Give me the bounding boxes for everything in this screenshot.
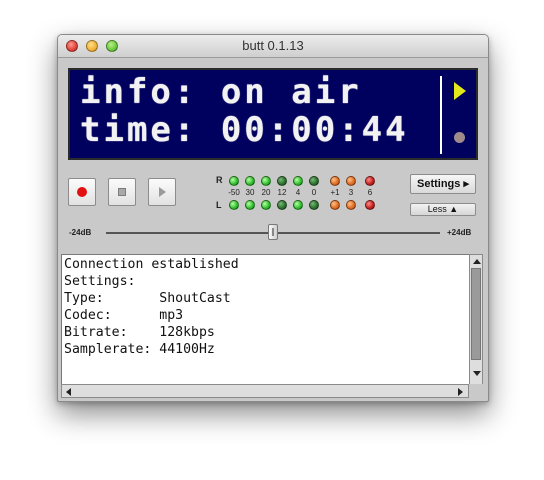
log-panel[interactable]: Connection established Settings: Type: Sho…: [61, 254, 472, 385]
log-vertical-scroll-thumb[interactable]: [471, 268, 481, 360]
log-text: Connection established Settings: Type: Sho…: [64, 256, 239, 358]
title-bar[interactable]: butt 0.1.13: [58, 35, 488, 58]
streaming-indicator-icon: [454, 82, 466, 100]
vu-led-left-9: [365, 200, 375, 210]
settings-button-label: Settings: [417, 178, 461, 190]
log-line: Type: ShoutCast: [64, 291, 231, 306]
record-icon: [77, 187, 87, 197]
info-line: info: on air: [80, 72, 362, 112]
chevron-up-icon: ▲: [446, 204, 459, 214]
vu-led-left-2: [245, 200, 255, 210]
display-divider: [440, 76, 442, 154]
vu-right-label: R: [216, 175, 223, 185]
app-window: butt 0.1.13 info: on air time: 00:00:44 …: [57, 34, 489, 402]
stop-icon: [118, 188, 126, 196]
log-line: Settings:: [64, 274, 136, 289]
log-line: Samplerate: 44100Hz: [64, 342, 215, 357]
vu-led-right-7: [330, 176, 340, 186]
vu-left-label: L: [216, 200, 222, 210]
gain-slider-handle[interactable]: [268, 224, 278, 240]
vu-scale-label: 0: [311, 188, 317, 197]
less-button[interactable]: Less ▲: [410, 203, 476, 216]
chevron-right-icon: ▸: [460, 178, 469, 190]
play-button[interactable]: [148, 178, 176, 206]
vu-led-left-6: [309, 200, 319, 210]
log-line: Bitrate: 128kbps: [64, 325, 215, 340]
scroll-left-icon[interactable]: [66, 388, 71, 396]
log-horizontal-scrollbar[interactable]: [61, 384, 469, 398]
scroll-right-icon[interactable]: [458, 388, 463, 396]
vu-led-left-8: [346, 200, 356, 210]
window-title: butt 0.1.13: [242, 38, 304, 53]
record-button[interactable]: [68, 178, 96, 206]
log-line: Connection established: [64, 257, 239, 272]
status-display: info: on air time: 00:00:44: [68, 68, 478, 160]
scroll-down-icon[interactable]: [473, 371, 481, 376]
vu-scale-label: 3: [348, 188, 354, 197]
vu-led-right-1: [229, 176, 239, 186]
recording-indicator-icon: [454, 132, 465, 143]
less-button-label: Less: [427, 204, 447, 214]
scroll-up-icon[interactable]: [473, 259, 481, 264]
vu-led-right-8: [346, 176, 356, 186]
vu-scale-label: 6: [367, 188, 373, 197]
play-icon: [159, 187, 166, 197]
vu-led-left-5: [293, 200, 303, 210]
vu-led-left-4: [277, 200, 287, 210]
vu-led-left-1: [229, 200, 239, 210]
gain-max-label: +24dB: [447, 228, 472, 237]
vu-led-right-4: [277, 176, 287, 186]
scrollbar-corner: [469, 384, 483, 398]
time-line: time: 00:00:44: [80, 110, 409, 150]
stop-button[interactable]: [108, 178, 136, 206]
vu-led-right-2: [245, 176, 255, 186]
log-line: Codec: mp3: [64, 308, 184, 323]
gain-min-label: -24dB: [69, 228, 92, 237]
vu-led-right-5: [293, 176, 303, 186]
settings-button[interactable]: Settings ▸: [410, 174, 476, 194]
vu-led-left-7: [330, 200, 340, 210]
vu-led-left-3: [261, 200, 271, 210]
vu-led-right-3: [261, 176, 271, 186]
log-vertical-scrollbar[interactable]: [469, 254, 483, 385]
vu-led-right-6: [309, 176, 319, 186]
vu-led-right-9: [365, 176, 375, 186]
